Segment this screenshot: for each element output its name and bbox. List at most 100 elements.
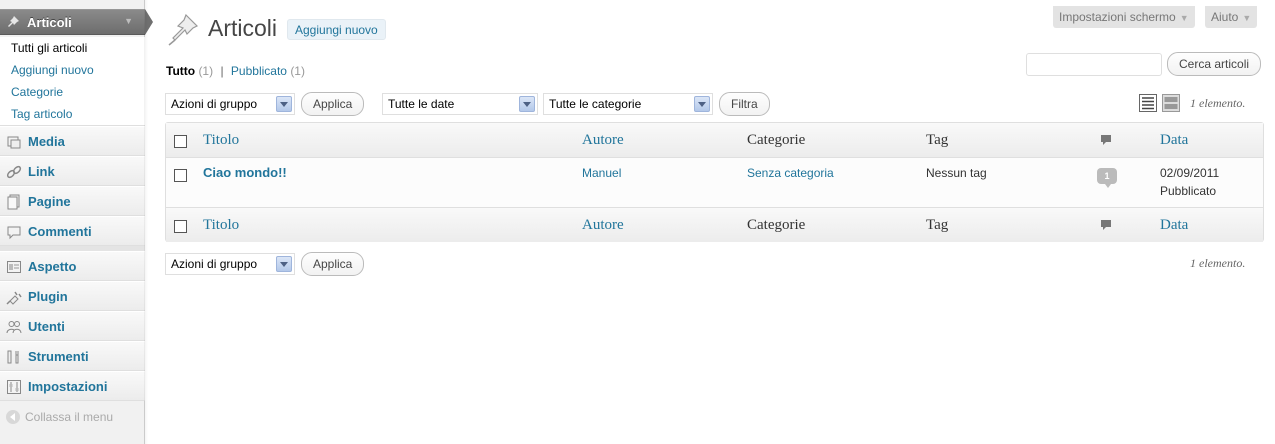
submenu-item-categories[interactable]: Categorie (11, 85, 63, 99)
post-status: Pubblicato (1160, 184, 1217, 198)
excerpt-view-icon[interactable] (1162, 94, 1180, 112)
column-author-footer[interactable]: Autore (582, 217, 624, 234)
menu-item-label: Aspetto (28, 259, 77, 274)
category-filter-value: Tutte le categorie (549, 97, 642, 111)
menu-item-plugin[interactable]: Plugin (0, 281, 145, 311)
help-label: Aiuto (1211, 10, 1239, 24)
chevron-down-icon (519, 96, 535, 112)
chevron-down-icon (276, 256, 292, 272)
collapse-arrow-icon (6, 409, 20, 424)
users-icon (6, 321, 22, 334)
date-filter-select[interactable]: Tutte le date (382, 93, 538, 115)
filter-separator: | (220, 64, 224, 78)
column-title-header[interactable]: Titolo (203, 132, 239, 149)
column-date-header[interactable]: Data (1160, 132, 1188, 149)
menu-item-label: Commenti (28, 224, 92, 239)
menu-item-label: Plugin (28, 289, 68, 304)
screen-options-label: Impostazioni schermo (1059, 10, 1176, 24)
select-all-checkbox[interactable] (174, 135, 187, 148)
menu-item-label: Link (28, 164, 55, 179)
menu-item-label: Pagine (28, 194, 71, 209)
menu-item-aspetto[interactable]: Aspetto (0, 251, 145, 281)
table-footer: Titolo Autore Categorie Tag Data (166, 207, 1263, 242)
chevron-down-icon (276, 96, 292, 112)
add-new-button[interactable]: Aggiungi nuovo (287, 19, 386, 40)
comment-icon[interactable] (1100, 219, 1112, 231)
settings-icon (7, 380, 21, 394)
column-title-footer[interactable]: Titolo (203, 217, 239, 234)
menu-item-commenti[interactable]: Commenti (0, 216, 145, 246)
filter-published-count: (1) (290, 64, 305, 78)
column-author-header[interactable]: Autore (582, 132, 624, 149)
pushpin-icon (8, 16, 19, 27)
menu-item-label: Utenti (28, 319, 65, 334)
link-icon (6, 165, 22, 179)
comment-icon[interactable] (1100, 134, 1112, 146)
menu-item-utenti[interactable]: Utenti (0, 311, 145, 341)
filter-published-link[interactable]: Pubblicato (231, 64, 287, 78)
posts-table: Titolo Autore Categorie Tag Data Ciao mo… (165, 122, 1264, 242)
select-all-checkbox-footer[interactable] (174, 220, 187, 233)
submenu-item-add-new[interactable]: Aggiungi nuovo (11, 63, 94, 77)
apply-button-bottom[interactable]: Applica (301, 252, 365, 276)
comment-count-badge[interactable]: 1 (1097, 168, 1117, 188)
help-button[interactable]: Aiuto ▼ (1205, 6, 1258, 28)
screen-options-button[interactable]: Impostazioni schermo ▼ (1053, 6, 1195, 28)
menu-item-label: Strumenti (28, 349, 89, 364)
menu-item-label: Media (28, 134, 65, 149)
category-filter-select[interactable]: Tutte le categorie (543, 93, 713, 115)
tools-icon (7, 350, 19, 364)
menu-item-pagine[interactable]: Pagine (0, 186, 145, 216)
filter-all-link[interactable]: Tutto (166, 64, 195, 78)
column-categories-footer: Categorie (747, 217, 806, 233)
column-categories-header: Categorie (747, 132, 806, 148)
bulk-actions-select-bottom[interactable]: Azioni di gruppo (165, 253, 295, 275)
submenu-item-tags[interactable]: Tag articolo (11, 107, 72, 121)
filter-all-count: (1) (198, 64, 214, 78)
menu-item-articoli[interactable]: Articoli ▼ (0, 9, 153, 35)
table-header: Titolo Autore Categorie Tag Data (166, 123, 1263, 158)
collapse-menu-button[interactable]: Collassa il menu (6, 409, 113, 424)
items-count-top: 1 elemento. (1190, 96, 1246, 110)
chevron-down-icon: ▼ (1179, 13, 1189, 23)
menu-item-label: Articoli (27, 15, 72, 30)
apply-button[interactable]: Applica (301, 92, 365, 116)
menu-item-label: Impostazioni (28, 379, 108, 394)
menu-item-strumenti[interactable]: Strumenti (0, 341, 145, 371)
submenu-articoli: Tutti gli articoli Aggiungi nuovo Catego… (0, 37, 145, 126)
menu-item-media[interactable]: Media (0, 126, 145, 156)
items-count-bottom: 1 elemento. (1190, 256, 1246, 270)
column-tags-footer: Tag (926, 217, 949, 233)
chevron-down-icon[interactable]: ▼ (124, 16, 133, 26)
post-tags: Nessun tag (926, 166, 987, 180)
pages-icon (7, 194, 20, 210)
pushpin-icon (168, 13, 199, 46)
post-title-link[interactable]: Ciao mondo!! (203, 165, 287, 180)
row-checkbox[interactable] (174, 169, 187, 182)
page-title: Articoli (208, 15, 278, 41)
active-menu-pointer (145, 9, 153, 35)
list-view-icon[interactable] (1139, 94, 1157, 112)
post-author-link[interactable]: Manuel (582, 166, 621, 180)
status-filter-links: Tutto (1) | Pubblicato (1) (166, 64, 305, 78)
chevron-down-icon (694, 96, 710, 112)
column-tags-header: Tag (926, 132, 949, 148)
table-row: Ciao mondo!! Manuel Senza categoria Ness… (166, 158, 1263, 207)
column-date-footer[interactable]: Data (1160, 217, 1188, 234)
collapse-label: Collassa il menu (25, 409, 114, 424)
bulk-actions-select[interactable]: Azioni di gruppo (165, 93, 295, 115)
date-filter-value: Tutte le date (388, 97, 455, 111)
menu-item-impostazioni[interactable]: Impostazioni (0, 371, 145, 401)
bulk-actions-value: Azioni di gruppo (171, 97, 258, 111)
search-button[interactable]: Cerca articoli (1167, 52, 1262, 76)
filter-button[interactable]: Filtra (719, 92, 770, 116)
submenu-item-all-posts[interactable]: Tutti gli articoli (11, 41, 87, 55)
appearance-icon (7, 261, 21, 273)
menu-item-link[interactable]: Link (0, 156, 145, 186)
plugin-icon (6, 291, 22, 305)
admin-sidebar: Articoli ▼ Tutti gli articoli Aggiungi n… (0, 0, 153, 444)
chevron-down-icon: ▼ (1242, 13, 1252, 23)
bulk-actions-value: Azioni di gruppo (171, 257, 258, 271)
post-category-link[interactable]: Senza categoria (747, 166, 834, 180)
search-input[interactable] (1026, 53, 1162, 76)
